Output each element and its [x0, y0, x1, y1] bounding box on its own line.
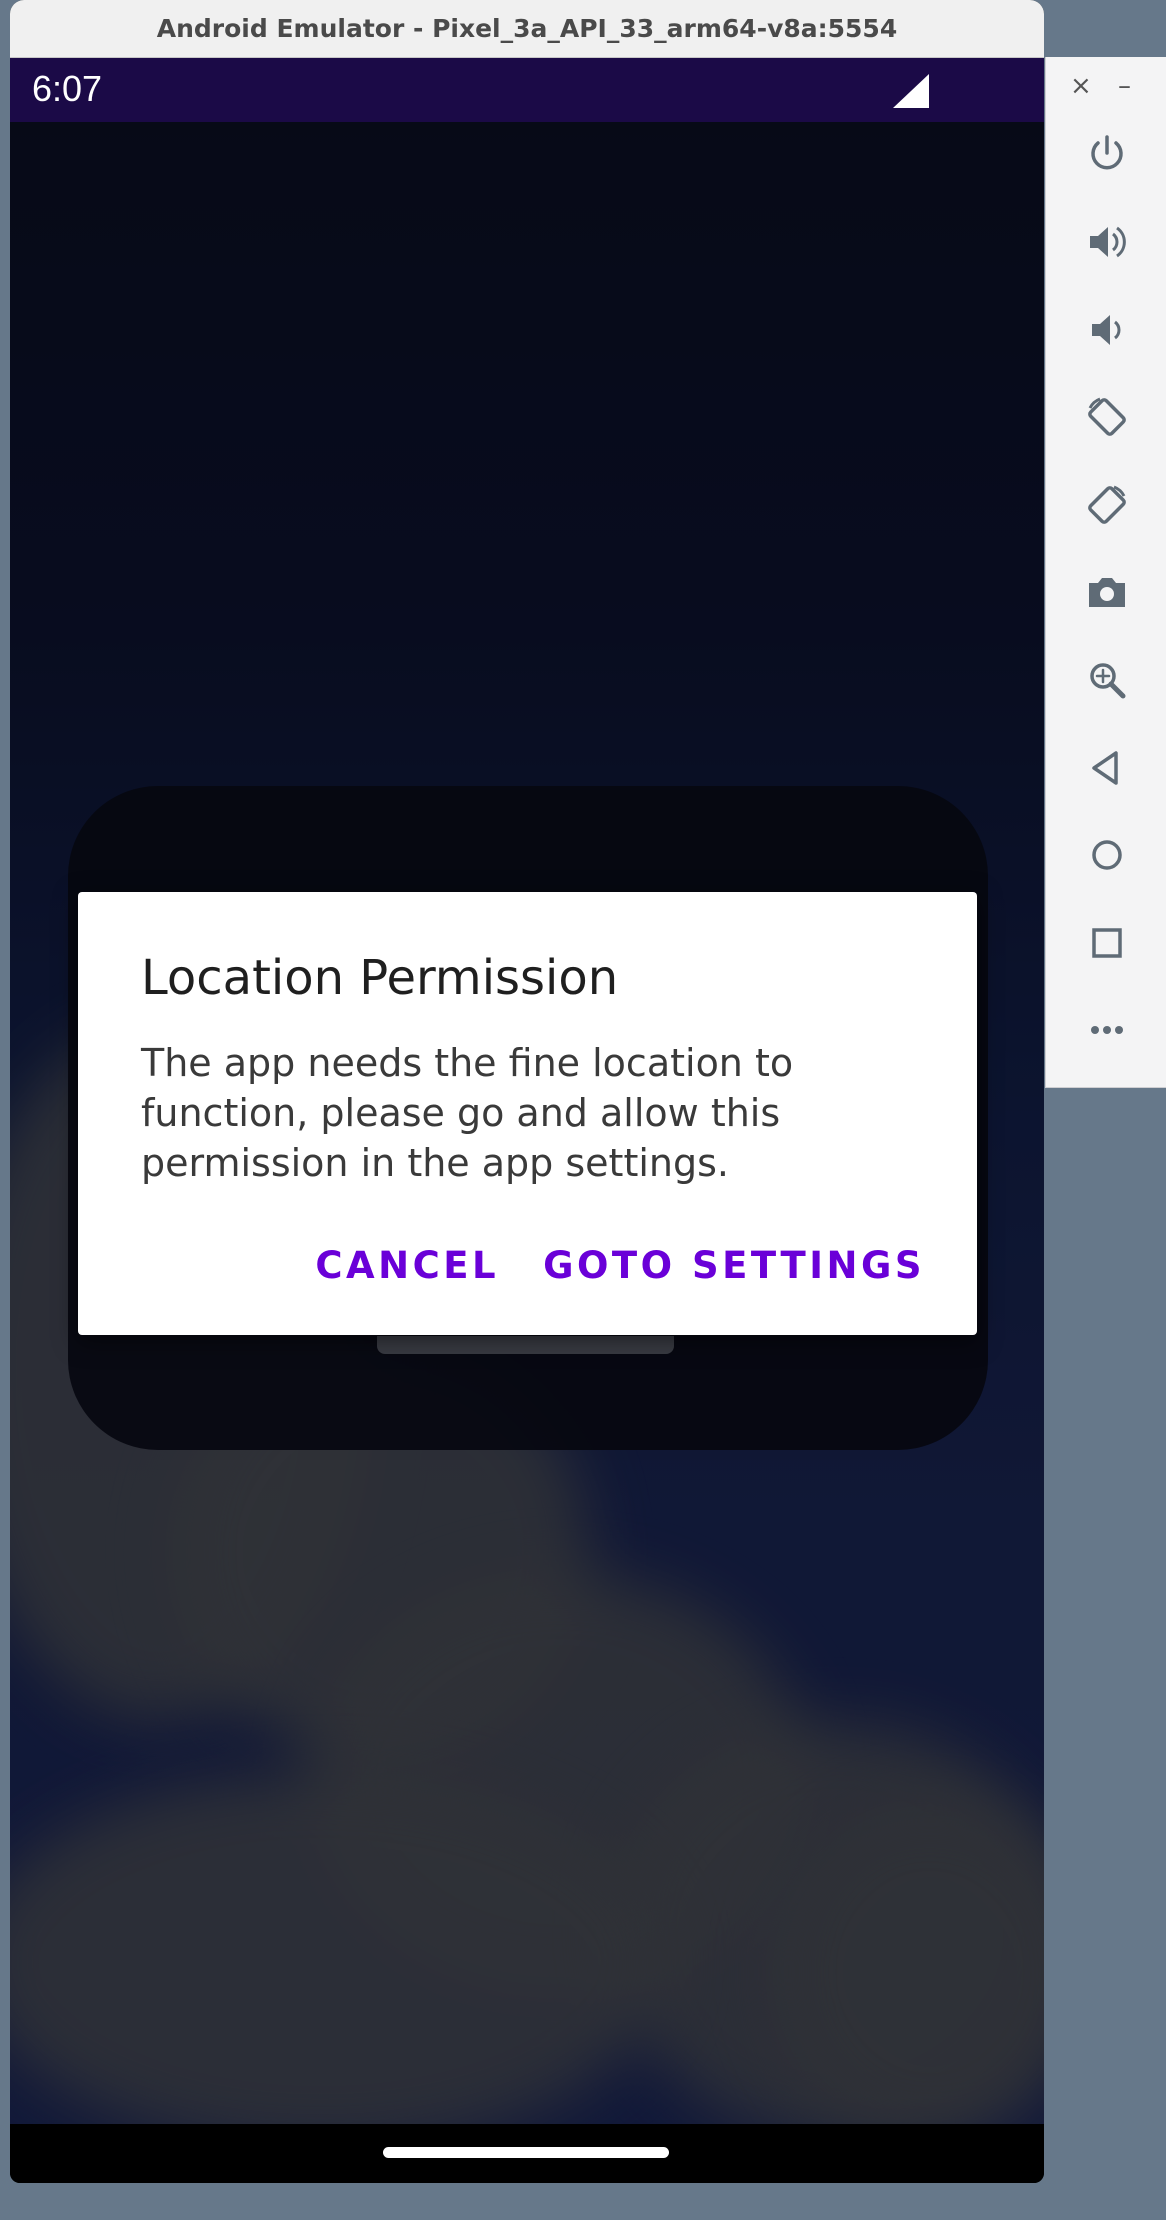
cancel-button[interactable]: CANCEL — [315, 1244, 499, 1287]
overview-icon — [1092, 928, 1122, 958]
toolbar-close-button[interactable]: × — [1070, 71, 1092, 101]
camera-icon — [1089, 578, 1125, 607]
rotate-right-button[interactable] — [1082, 480, 1132, 530]
signal-icon — [893, 74, 929, 108]
zoom-icon — [1090, 663, 1126, 699]
status-time: 6:07 — [32, 68, 103, 109]
overview-button[interactable] — [1082, 918, 1132, 968]
dialog-buttons: CANCEL GOTO SETTINGS — [315, 1244, 925, 1287]
window-title: Android Emulator - Pixel_3a_API_33_arm64… — [156, 14, 898, 43]
home-icon — [1092, 840, 1122, 870]
rotate-left-icon — [1088, 397, 1126, 436]
volume-up-icon — [1090, 226, 1126, 258]
dialog-message: The app needs the fine location to funct… — [141, 1041, 794, 1185]
emulator-window: Android Emulator - Pixel_3a_API_33_arm64… — [10, 0, 1044, 2183]
volume-down-button[interactable] — [1082, 305, 1132, 355]
goto-settings-button[interactable]: GOTO SETTINGS — [543, 1244, 925, 1287]
window-titlebar[interactable]: Android Emulator - Pixel_3a_API_33_arm64… — [10, 0, 1044, 58]
back-icon — [1092, 751, 1118, 785]
zoom-button[interactable] — [1082, 655, 1132, 705]
gesture-handle[interactable] — [383, 2147, 669, 2158]
dialog-title: Location Permission — [141, 950, 619, 1006]
rotate-left-button[interactable] — [1082, 392, 1132, 442]
permission-dialog: Location Permission The app needs the fi… — [78, 892, 977, 1335]
screenshot-button[interactable] — [1082, 567, 1132, 617]
toolbar-minimize-button[interactable]: – — [1118, 71, 1131, 101]
rotate-right-icon — [1088, 485, 1126, 524]
navigation-bar — [10, 2124, 1044, 2183]
emulator-toolbar: × – — [1045, 57, 1166, 1088]
status-bar: 6:07 — [10, 58, 1044, 122]
volume-up-button[interactable] — [1082, 217, 1132, 267]
more-button[interactable] — [1082, 1005, 1132, 1055]
more-icon — [1091, 1026, 1123, 1034]
device-screen[interactable]: 6:07 Location Permission The app needs t… — [10, 58, 1044, 2183]
card-handle — [377, 1336, 674, 1354]
power-icon — [1091, 135, 1123, 170]
power-button[interactable] — [1082, 129, 1132, 179]
volume-down-icon — [1092, 315, 1121, 345]
home-button[interactable] — [1082, 830, 1132, 880]
back-button[interactable] — [1082, 743, 1132, 793]
